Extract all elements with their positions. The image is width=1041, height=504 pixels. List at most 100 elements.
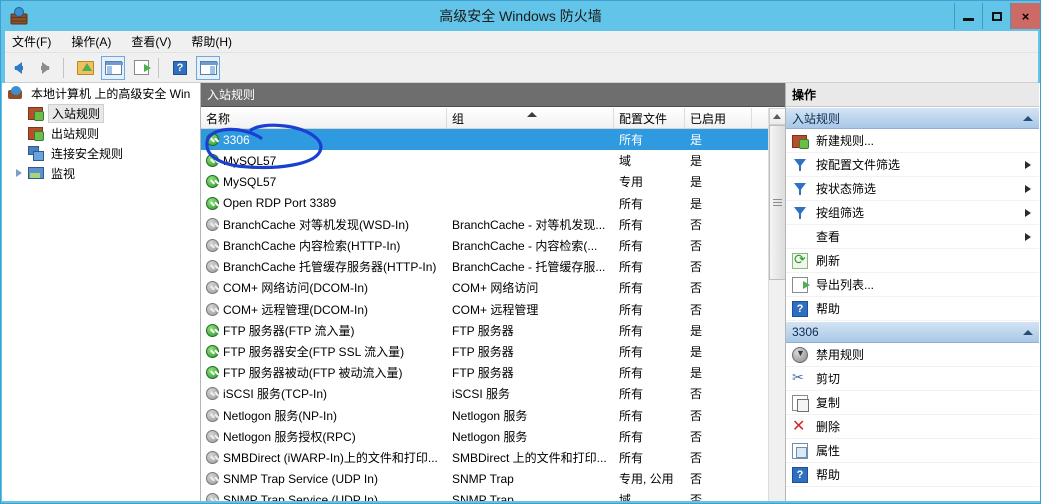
cell-profile: 所有 <box>619 366 644 381</box>
minimize-button[interactable] <box>954 3 982 29</box>
column-header-group[interactable]: 组 <box>447 108 614 128</box>
table-row[interactable]: SMBDirect (iWARP-In)上的文件和打印... SMBDirect … <box>201 447 768 468</box>
column-header-profile[interactable]: 配置文件 <box>614 108 685 128</box>
rule-name-label: Open RDP Port 3389 <box>223 196 337 211</box>
firewall-icon <box>9 6 29 26</box>
grip-icon <box>773 199 782 206</box>
cell-profile: 域 <box>619 154 632 169</box>
table-row[interactable]: Open RDP Port 3389 所有 是 <box>201 193 768 214</box>
action-item[interactable]: 按状态筛选 <box>786 177 1039 201</box>
rule-name-label: BranchCache 内容检索(HTTP-In) <box>223 239 401 254</box>
table-row[interactable]: 3306 所有 是 <box>201 129 768 151</box>
chevron-right-icon <box>1025 161 1031 169</box>
rule-name-label: iSCSI 服务(TCP-In) <box>223 387 328 402</box>
tree-root-node[interactable]: 本地计算机 上的高级安全 Win <box>2 83 200 103</box>
menu-item-file[interactable]: 文件(F) <box>2 31 61 52</box>
rule-disabled-icon <box>206 429 219 443</box>
cell-group: Netlogon 服务 <box>452 408 528 423</box>
scroll-up-button[interactable] <box>768 108 785 125</box>
table-row[interactable]: Netlogon 服务授权(RPC) Netlogon 服务 所有 否 <box>201 426 768 447</box>
show-tree-button[interactable] <box>101 55 125 80</box>
cell-group: COM+ 远程管理 <box>452 302 539 317</box>
window-title: 高级安全 Windows 防火墙 <box>439 8 602 24</box>
up-folder-button[interactable] <box>73 56 97 80</box>
action-item[interactable]: 删除 <box>786 415 1039 439</box>
export-list-button[interactable] <box>129 56 153 80</box>
menu-item-help[interactable]: 帮助(H) <box>181 31 242 52</box>
inbound-rules-icon <box>28 106 44 121</box>
table-row[interactable]: COM+ 远程管理(DCOM-In) COM+ 远程管理 所有 否 <box>201 299 768 320</box>
action-item[interactable]: 属性 <box>786 439 1039 463</box>
cell-profile: 所有 <box>619 196 644 211</box>
cell-enabled: 否 <box>690 239 703 254</box>
rule-disabled-icon <box>206 387 219 401</box>
maximize-button[interactable] <box>982 3 1010 29</box>
chevron-up-icon[interactable] <box>1023 330 1033 335</box>
title-bar: 高级安全 Windows 防火墙 × <box>1 1 1040 31</box>
table-row[interactable]: COM+ 网络访问(DCOM-In) COM+ 网络访问 所有 否 <box>201 277 768 298</box>
show-action-pane-button[interactable] <box>196 55 220 80</box>
cell-name: FTP 服务器被动(FTP 被动流入量) <box>201 364 447 381</box>
action-item[interactable]: ? 帮助 <box>786 297 1039 321</box>
forward-button[interactable] <box>34 56 58 80</box>
help-icon: ? <box>792 300 808 317</box>
table-row[interactable]: iSCSI 服务(TCP-In) iSCSI 服务 所有 否 <box>201 383 768 404</box>
tree-root-label: 本地计算机 上的高级安全 Win <box>31 86 191 101</box>
close-button[interactable]: × <box>1010 3 1040 29</box>
filter-icon <box>792 157 808 173</box>
cell-enabled: 否 <box>690 260 703 275</box>
table-row[interactable]: FTP 服务器被动(FTP 被动流入量) FTP 服务器 所有 是 <box>201 362 768 383</box>
table-row[interactable]: FTP 服务器安全(FTP SSL 流入量) FTP 服务器 所有 是 <box>201 341 768 362</box>
action-item[interactable]: 禁用规则 <box>786 343 1039 367</box>
table-row[interactable]: MySQL57 域 是 <box>201 150 768 171</box>
menu-item-action[interactable]: 操作(A) <box>61 31 121 52</box>
cell-profile: 所有 <box>619 260 644 275</box>
cut-icon <box>792 369 808 387</box>
toolbar: ? <box>2 53 1039 83</box>
chevron-up-icon[interactable] <box>1023 116 1033 121</box>
rule-enabled-icon <box>206 175 219 189</box>
action-item[interactable]: 查看 <box>786 225 1039 249</box>
table-row[interactable]: FTP 服务器(FTP 流入量) FTP 服务器 所有 是 <box>201 320 768 341</box>
toolbar-separator-1 <box>63 57 64 78</box>
action-item[interactable]: 按配置文件筛选 <box>786 153 1039 177</box>
action-item-label: 禁用规则 <box>816 348 865 362</box>
console-tree-pane: 本地计算机 上的高级安全 Win 入站规则 出站规则 连接安全规则 监视 <box>2 83 201 503</box>
tree-item-monitoring[interactable]: 监视 <box>2 163 200 183</box>
properties-icon <box>792 442 808 459</box>
action-item-label: 删除 <box>816 420 841 434</box>
action-item[interactable]: 复制 <box>786 391 1039 415</box>
actions-section-header[interactable]: 3306 <box>786 321 1039 343</box>
table-row[interactable]: BranchCache 托管缓存服务器(HTTP-In) BranchCache … <box>201 256 768 277</box>
table-row[interactable]: BranchCache 对等机发现(WSD-In) BranchCache - 对… <box>201 214 768 235</box>
tree-item-connection-security-rules[interactable]: 连接安全规则 <box>2 143 200 163</box>
firewall-window: 高级安全 Windows 防火墙 × 文件(F) 操作(A) 查看(V) 帮助(… <box>0 0 1041 504</box>
tree-item-inbound-rules[interactable]: 入站规则 <box>2 103 200 123</box>
column-header-enabled[interactable]: 已启用 <box>685 108 752 128</box>
action-item[interactable]: 新建规则... <box>786 129 1039 153</box>
menu-item-view[interactable]: 查看(V) <box>121 31 181 52</box>
action-item[interactable]: 刷新 <box>786 249 1039 273</box>
rules-list: 名称 组 配置文件 已启用 3306 所有是 MySQL57 域是 MySQL5… <box>201 108 768 503</box>
rule-name-label: 3306 <box>223 132 250 147</box>
cell-group: SMBDirect 上的文件和打印... <box>452 450 607 465</box>
list-vertical-scrollbar[interactable] <box>768 108 785 503</box>
table-row[interactable]: Netlogon 服务(NP-In) Netlogon 服务 所有 否 <box>201 404 768 425</box>
actions-pane: 操作 入站规则新建规则... 按配置文件筛选按状态筛选按组筛选查看刷新导出列表..… <box>786 83 1039 503</box>
toolbar-separator-2 <box>158 57 159 78</box>
action-item[interactable]: 剪切 <box>786 367 1039 391</box>
actions-section-header[interactable]: 入站规则 <box>786 107 1039 129</box>
action-item[interactable]: 导出列表... <box>786 273 1039 297</box>
back-button[interactable] <box>6 56 30 80</box>
column-header-name[interactable]: 名称 <box>201 108 447 128</box>
help-button[interactable]: ? <box>168 56 192 80</box>
table-row[interactable]: MySQL57 专用 是 <box>201 171 768 192</box>
action-item[interactable]: ? 帮助 <box>786 463 1039 487</box>
chevron-right-icon[interactable] <box>16 169 22 177</box>
rule-enabled-icon <box>206 196 219 210</box>
table-row[interactable]: SNMP Trap Service (UDP In) SNMP Trap 专用, 公… <box>201 468 768 489</box>
scrollbar-thumb[interactable] <box>769 125 785 280</box>
tree-item-outbound-rules[interactable]: 出站规则 <box>2 123 200 143</box>
action-item[interactable]: 按组筛选 <box>786 201 1039 225</box>
table-row[interactable]: BranchCache 内容检索(HTTP-In) BranchCache - 内… <box>201 235 768 256</box>
